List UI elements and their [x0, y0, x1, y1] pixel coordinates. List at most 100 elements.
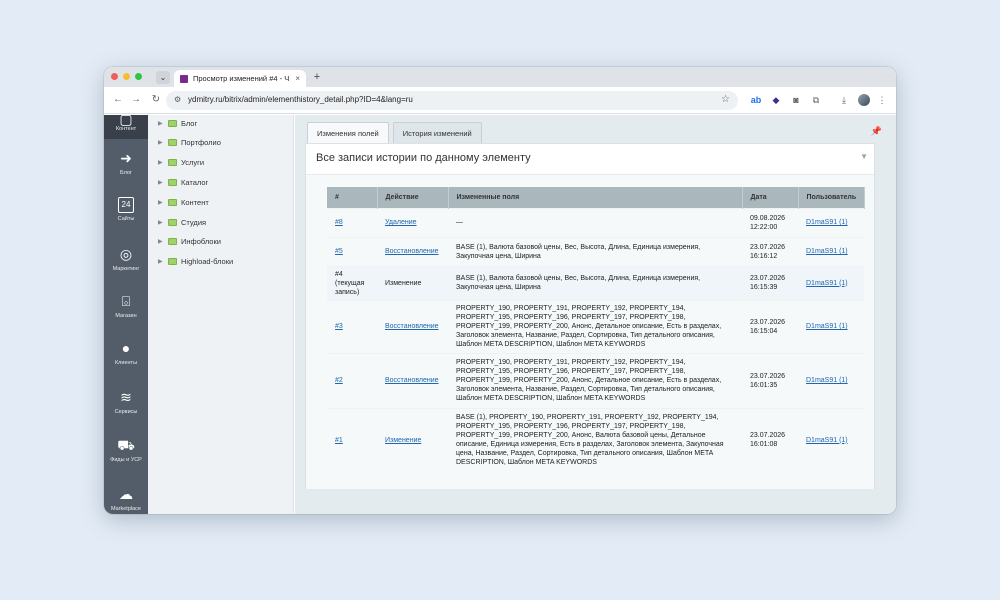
record-link[interactable]: #8 [335, 219, 343, 226]
folder-icon [168, 218, 177, 226]
user-link[interactable]: D1maS91 (1) [806, 323, 848, 330]
user-link[interactable]: D1maS91 (1) [806, 248, 848, 255]
calendar-icon: 24 [118, 197, 134, 213]
column-header-user: Пользователь [798, 187, 865, 208]
diamond-icon[interactable]: ◆ [770, 94, 782, 106]
record-link[interactable]: #3 [335, 323, 343, 330]
expand-arrow-icon[interactable]: ▶ [158, 199, 164, 206]
minimize-window-button[interactable] [123, 73, 130, 80]
tree-item[interactable]: ▶ Портфолио [158, 136, 221, 148]
left-panel-item-marketplace[interactable]: ☁ Marketplace [104, 485, 148, 514]
table-row: #2 Восстановление PROPERTY_190, PROPERTY… [327, 352, 864, 408]
user-link[interactable]: D1maS91 (1) [806, 219, 848, 226]
panel-title: Все записи истории по данному элементу [316, 152, 531, 164]
maximize-window-button[interactable] [135, 73, 142, 80]
browser-toolbar: ← → ↻ ⚙ ydmitry.ru/bitrix/admin/elementh… [104, 87, 896, 114]
folder-icon [168, 158, 177, 166]
tree-item[interactable]: ▶ Услуги [158, 156, 204, 168]
expand-arrow-icon[interactable]: ▶ [158, 179, 164, 186]
section-tree-menu: ▶ Блог ▶ Портфолио ▶ Услуги ▶ Каталог ▶ Конте… [148, 115, 294, 514]
browser-tab-title: Просмотр изменений #4 - Ч [193, 74, 290, 83]
user-link[interactable]: D1maS91 (1) [806, 280, 848, 287]
folder-icon [168, 178, 177, 186]
tree-item[interactable]: ▶ Инфоблоки [158, 235, 221, 247]
admin-left-panel: ▢ Контент ➜ Блог 24 Сайты ◎ Маркетинг ⌺ … [104, 112, 148, 514]
left-panel-item-marketing[interactable]: ◎ Маркетинг [104, 245, 148, 285]
tab-field-changes[interactable]: Изменения полей [307, 122, 389, 143]
camera-icon[interactable]: ◙ [790, 94, 802, 106]
left-panel-item-feeds[interactable]: ⛟ Фиды и УСР [104, 436, 148, 476]
changed-fields: BASE (1), PROPERTY_190, PROPERTY_191, PR… [448, 407, 742, 472]
site-info-icon[interactable]: ⚙ [174, 95, 181, 104]
action-link[interactable]: Восстановление [385, 377, 439, 384]
left-panel-item-shop[interactable]: ⌺ Магазин [104, 292, 148, 332]
action-link[interactable]: Восстановление [385, 248, 439, 255]
address-bar[interactable]: ⚙ ydmitry.ru/bitrix/admin/elementhistory… [166, 91, 738, 110]
column-header-action: Действие [377, 187, 449, 208]
folder-icon [168, 237, 177, 245]
action-link[interactable]: Удаление [385, 219, 417, 226]
record-link[interactable]: #5 [335, 248, 343, 255]
record-date: 23.07.2026 16:15:39 [742, 265, 798, 300]
tree-item[interactable]: ▶ Контент [158, 196, 209, 208]
left-panel-item-services[interactable]: ≋ Сервисы [104, 388, 148, 428]
table-row: #1 Изменение BASE (1), PROPERTY_190, PRO… [327, 407, 864, 472]
user-link[interactable]: D1maS91 (1) [806, 377, 848, 384]
new-tab-button[interactable]: + [310, 70, 324, 84]
expand-arrow-icon[interactable]: ▶ [158, 258, 164, 265]
record-link[interactable]: #2 [335, 377, 343, 384]
ab-icon[interactable]: ab [750, 94, 762, 106]
target-icon: ◎ [119, 246, 133, 262]
left-panel-item-clients[interactable]: ● Клиенты [104, 339, 148, 379]
record-link[interactable]: #1 [335, 437, 343, 444]
download-icon[interactable]: ⤓ [838, 94, 850, 106]
tab-close-icon[interactable]: × [295, 74, 300, 83]
puzzle-icon[interactable]: ⧉ [810, 94, 822, 106]
forward-arrow-icon[interactable]: → [130, 94, 142, 106]
column-header-date: Дата [742, 187, 799, 208]
left-panel-item-sites[interactable]: 24 Сайты [104, 197, 148, 237]
bookmark-star-icon[interactable]: ☆ [721, 94, 730, 105]
expand-arrow-icon[interactable]: ▶ [158, 120, 164, 127]
bitrix-favicon-icon [180, 74, 188, 83]
main-content: Изменения полей История изменений 📌 Все … [295, 115, 896, 514]
action-link[interactable]: Восстановление [385, 323, 439, 330]
tree-item[interactable]: ▶ Блог [158, 117, 197, 129]
folder-icon [168, 257, 177, 265]
tree-item[interactable]: ▶ Каталог [158, 176, 208, 188]
url-text[interactable]: ydmitry.ru/bitrix/admin/elementhistory_d… [188, 95, 413, 104]
browser-window: ⌄ Просмотр изменений #4 - Ч × + ← → ↻ ⚙ … [104, 67, 896, 514]
reload-icon[interactable]: ↻ [150, 94, 162, 106]
user-link[interactable]: D1maS91 (1) [806, 437, 848, 444]
action-link[interactable]: Изменение [385, 437, 421, 444]
profile-avatar[interactable] [858, 94, 870, 106]
tab-search-chevron-icon[interactable]: ⌄ [156, 71, 170, 84]
pin-icon[interactable]: 📌 [871, 126, 882, 137]
close-window-button[interactable] [111, 73, 118, 80]
browser-menu-icon[interactable]: ⋮ [876, 94, 888, 106]
expand-arrow-icon[interactable]: ▶ [158, 219, 164, 226]
layers-icon: ≋ [120, 389, 132, 405]
changed-fields: PROPERTY_190, PROPERTY_191, PROPERTY_192… [448, 352, 742, 408]
clients-icon: ● [121, 340, 131, 356]
column-header-fields: Измененные поля [448, 187, 743, 208]
tree-item[interactable]: ▶ Студия [158, 216, 206, 228]
browser-tab[interactable]: Просмотр изменений #4 - Ч × [174, 70, 306, 87]
history-panel-body: # Действие Измененные поля Дата Пользова… [306, 174, 874, 489]
folder-icon [168, 138, 177, 146]
collapse-triangle-icon[interactable]: ▼ [860, 152, 868, 161]
tab-change-history[interactable]: История изменений [392, 122, 482, 143]
record-date: 23.07.2026 16:15:04 [742, 299, 798, 353]
basket-icon: ⌺ [121, 293, 131, 309]
history-panel: Все записи истории по данному элементу ▼… [305, 143, 875, 489]
back-arrow-icon[interactable]: ← [112, 94, 124, 106]
cart-icon: ⛟ [117, 437, 135, 453]
left-panel-item-content[interactable]: ▢ Контент [104, 112, 148, 139]
tree-item[interactable]: ▶ Highload-блоки [158, 255, 233, 267]
history-table: # Действие Измененные поля Дата Пользова… [327, 187, 865, 472]
left-panel-item-blog[interactable]: ➜ Блог [104, 149, 148, 189]
expand-arrow-icon[interactable]: ▶ [158, 159, 164, 166]
expand-arrow-icon[interactable]: ▶ [158, 139, 164, 146]
expand-arrow-icon[interactable]: ▶ [158, 238, 164, 245]
record-date: 23.07.2026 16:01:08 [742, 407, 798, 472]
